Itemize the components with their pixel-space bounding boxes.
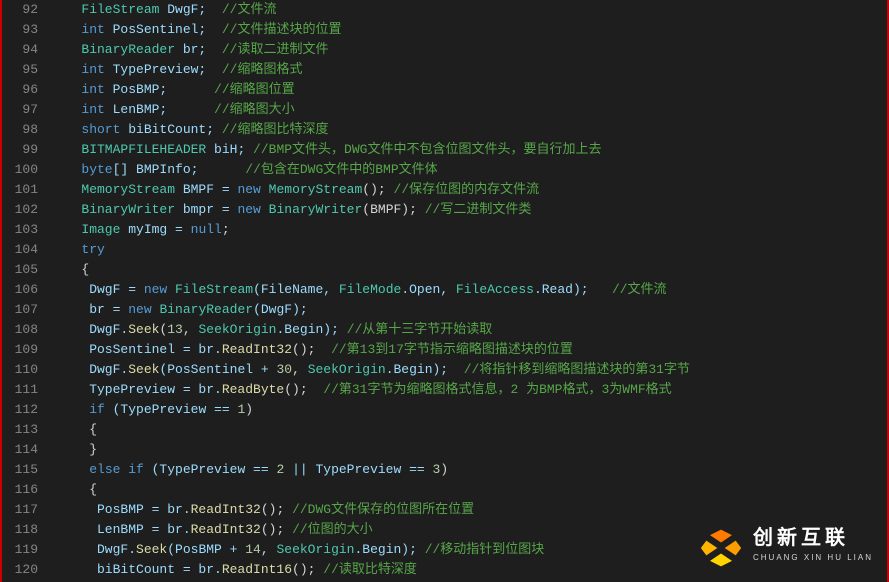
line-number: 118 bbox=[8, 520, 38, 540]
line-number: 115 bbox=[8, 460, 38, 480]
code-line[interactable]: try bbox=[58, 240, 887, 260]
code-line[interactable]: BinaryReader br; //读取二进制文件 bbox=[58, 40, 887, 60]
code-line[interactable]: br = new BinaryReader(DwgF); bbox=[58, 300, 887, 320]
logo-text: 创新互联 CHUANG XIN HU LIAN bbox=[753, 528, 873, 568]
logo-text-en: CHUANG XIN HU LIAN bbox=[753, 548, 873, 568]
line-number: 103 bbox=[8, 220, 38, 240]
code-line[interactable]: DwgF.Seek(PosSentinel + 30, SeekOrigin.B… bbox=[58, 360, 887, 380]
code-line[interactable]: byte[] BMPInfo; //包含在DWG文件中的BMP文件体 bbox=[58, 160, 887, 180]
code-line[interactable]: if (TypePreview == 1) bbox=[58, 400, 887, 420]
code-line[interactable]: BITMAPFILEHEADER biH; //BMP文件头，DWG文件中不包含… bbox=[58, 140, 887, 160]
line-number: 92 bbox=[8, 0, 38, 20]
line-number: 109 bbox=[8, 340, 38, 360]
logo-icon bbox=[699, 526, 743, 570]
code-line[interactable]: } bbox=[58, 440, 887, 460]
code-line[interactable]: int LenBMP; //缩略图大小 bbox=[58, 100, 887, 120]
code-line[interactable]: else if (TypePreview == 2 || TypePreview… bbox=[58, 460, 887, 480]
code-line[interactable]: { bbox=[58, 420, 887, 440]
code-line[interactable]: MemoryStream BMPF = new MemoryStream(); … bbox=[58, 180, 887, 200]
line-number: 104 bbox=[8, 240, 38, 260]
line-number: 107 bbox=[8, 300, 38, 320]
line-number: 116 bbox=[8, 480, 38, 500]
line-number: 114 bbox=[8, 440, 38, 460]
logo-text-cn: 创新互联 bbox=[753, 528, 873, 548]
code-line[interactable]: BinaryWriter bmpr = new BinaryWriter(BMP… bbox=[58, 200, 887, 220]
code-line[interactable]: int TypePreview; //缩略图格式 bbox=[58, 60, 887, 80]
code-line[interactable]: Image myImg = null; bbox=[58, 220, 887, 240]
line-number: 119 bbox=[8, 540, 38, 560]
line-number: 110 bbox=[8, 360, 38, 380]
code-line[interactable]: DwgF.Seek(13, SeekOrigin.Begin); //从第十三字… bbox=[58, 320, 887, 340]
line-number: 111 bbox=[8, 380, 38, 400]
code-line[interactable]: { bbox=[58, 260, 887, 280]
code-content[interactable]: FileStream DwgF; //文件流 int PosSentinel; … bbox=[48, 0, 887, 582]
line-number: 112 bbox=[8, 400, 38, 420]
code-line[interactable]: PosBMP = br.ReadInt32(); //DWG文件保存的位图所在位… bbox=[58, 500, 887, 520]
code-line[interactable]: { bbox=[58, 480, 887, 500]
code-line[interactable]: FileStream DwgF; //文件流 bbox=[58, 0, 887, 20]
code-editor[interactable]: 9293949596979899100101102103104105106107… bbox=[0, 0, 889, 582]
code-line[interactable]: int PosSentinel; //文件描述块的位置 bbox=[58, 20, 887, 40]
line-number: 101 bbox=[8, 180, 38, 200]
line-number: 98 bbox=[8, 120, 38, 140]
line-number: 113 bbox=[8, 420, 38, 440]
watermark-logo: 创新互联 CHUANG XIN HU LIAN bbox=[699, 526, 873, 570]
line-number: 117 bbox=[8, 500, 38, 520]
line-number: 99 bbox=[8, 140, 38, 160]
line-number: 120 bbox=[8, 560, 38, 580]
code-line[interactable]: int PosBMP; //缩略图位置 bbox=[58, 80, 887, 100]
line-number: 93 bbox=[8, 20, 38, 40]
line-number: 100 bbox=[8, 160, 38, 180]
line-number-gutter: 9293949596979899100101102103104105106107… bbox=[2, 0, 48, 582]
line-number: 108 bbox=[8, 320, 38, 340]
line-number: 94 bbox=[8, 40, 38, 60]
line-number: 96 bbox=[8, 80, 38, 100]
code-line[interactable]: TypePreview = br.ReadByte(); //第31字节为缩略图… bbox=[58, 380, 887, 400]
line-number: 102 bbox=[8, 200, 38, 220]
line-number: 95 bbox=[8, 60, 38, 80]
code-line[interactable]: DwgF = new FileStream(FileName, FileMode… bbox=[58, 280, 887, 300]
line-number: 97 bbox=[8, 100, 38, 120]
code-line[interactable]: PosSentinel = br.ReadInt32(); //第13到17字节… bbox=[58, 340, 887, 360]
code-line[interactable]: short biBitCount; //缩略图比特深度 bbox=[58, 120, 887, 140]
line-number: 105 bbox=[8, 260, 38, 280]
line-number: 106 bbox=[8, 280, 38, 300]
